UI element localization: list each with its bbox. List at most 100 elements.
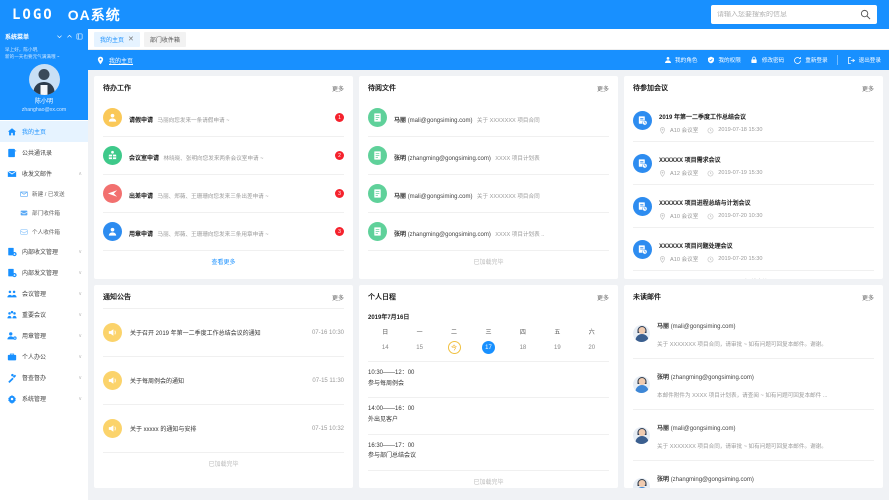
location-pin-icon <box>660 126 665 134</box>
row-title: 马丽 (mali@gongsiming.com) <box>394 118 472 124</box>
row-title: 张明 (zhangming@gongsiming.com) <box>657 375 754 381</box>
sidebar: 系统菜单 早上好，陈小明, 新的一天也要元气满满哦 ~ 陈小明 zhanghao… <box>0 29 88 500</box>
sidebar-item-seal-mgmt[interactable]: 用章管理 ∨ <box>0 325 88 346</box>
table-row[interactable]: 张明 (zhangming@gongsiming.com) XXXX 项目计划表… <box>368 213 609 251</box>
change-password-button[interactable]: 修改密码 <box>750 56 784 65</box>
chevron-down-icon[interactable]: ∨ <box>78 291 82 297</box>
tab-dept-inbox[interactable]: 部门收件箱 <box>143 31 186 47</box>
card-schedule: 个人日程 更多 2019年7月16日 日 一 二 三 四 五 六 14 15 今… <box>359 285 618 488</box>
calendar-grid: 日 一 二 三 四 五 六 14 15 今 17 18 19 20 <box>368 327 609 354</box>
shield-check-icon <box>706 56 715 65</box>
my-roles-button[interactable]: 我的角色 <box>663 56 697 65</box>
chevron-up-icon[interactable]: ∧ <box>78 171 82 177</box>
card-unread-docs: 待阅文件 更多 马丽 (mali@gongsiming.com) 关于 XXXX… <box>359 76 618 279</box>
table-row[interactable]: 2019 年第一二季度工作总结会议 A10 会议室 2019-07-18 15:… <box>633 99 874 142</box>
more-link[interactable]: 更多 <box>332 84 344 93</box>
collapse-icon[interactable] <box>76 33 83 40</box>
meeting-meta: A10 会议室 2019-07-20 15:30 <box>659 255 874 263</box>
status-badge: 2 <box>335 151 344 160</box>
calendar-day[interactable]: 19 <box>540 341 574 354</box>
table-row[interactable]: 会议室申请 林晓晓、张明向您发来两条会议室申请 ~ 2 <box>103 137 344 175</box>
chevron-down-icon[interactable] <box>56 33 63 40</box>
chevron-down-icon[interactable]: ∨ <box>78 270 82 276</box>
table-row[interactable]: 张明 (zhangming@gongsiming.com) 本邮件附件为 XXX… <box>633 359 874 410</box>
table-row[interactable]: 张明 (zhangming@gongsiming.com) 本邮件附件为 XXX… <box>633 461 874 488</box>
notice-time: 07-15 11:30 <box>312 377 344 384</box>
relogin-button[interactable]: 重新登录 <box>793 56 828 65</box>
chevron-down-icon[interactable]: ∨ <box>78 312 82 318</box>
greeting-line-1: 早上好，陈小明, <box>5 47 39 52</box>
calendar-day[interactable]: 20 <box>575 341 609 354</box>
table-row[interactable]: 马丽 (mali@gongsiming.com) 关于 XXXXXXX 项目合同… <box>633 308 874 359</box>
sidebar-subitem-compose[interactable]: 新建 / 已发送 <box>0 184 88 203</box>
more-link[interactable]: 更多 <box>597 293 609 302</box>
calendar-day[interactable]: 14 <box>368 341 402 354</box>
table-row[interactable]: 出差申请 马丽、郑薇、王珊珊向您发来三条出差申请 ~ 3 <box>103 175 344 213</box>
schedule-event[interactable]: 14:00——16：00 外出见客户 <box>368 398 609 435</box>
calendar-day[interactable]: 15 <box>402 341 436 354</box>
sidebar-item-supervision[interactable]: 督查督办 ∨ <box>0 367 88 388</box>
sidebar-item-meeting-mgmt[interactable]: 会议管理 ∨ <box>0 283 88 304</box>
schedule-event[interactable]: 10:30——12：00 参与每周例会 <box>368 362 609 399</box>
table-row[interactable]: 请假申请 马丽向您发来一条请假申请 ~ 1 <box>103 99 344 137</box>
table-row[interactable]: 马丽 (mali@gongsiming.com) 关于 XXXXXXX 项目合同 <box>368 175 609 213</box>
sidebar-subitem-personal-inbox[interactable]: 个人收件箱 <box>0 222 88 241</box>
chevron-up-icon[interactable] <box>66 33 73 40</box>
sidebar-item-contacts[interactable]: 公共通讯录 <box>0 142 88 163</box>
list-item[interactable]: 关于召开 2019 年第一二季度工作总结会议的通知 07-16 10:30 <box>103 308 344 357</box>
location-pin-icon <box>660 212 665 220</box>
sidebar-item-home[interactable]: 我的主页 <box>0 121 88 143</box>
clock-icon <box>707 256 714 262</box>
view-more-link[interactable]: 查看更多 <box>211 260 235 266</box>
sidebar-subitem-dept-inbox[interactable]: 部门收件箱 <box>0 203 88 222</box>
calendar-day-selected[interactable]: 17 <box>471 341 505 354</box>
my-permissions-button[interactable]: 我的权限 <box>706 56 741 65</box>
search-box[interactable] <box>711 5 877 24</box>
tab-home[interactable]: 我的主页 ✕ <box>94 31 140 47</box>
sender-name: 张明 <box>657 375 670 381</box>
chevron-down-icon[interactable]: ∨ <box>78 333 82 339</box>
close-icon[interactable]: ✕ <box>128 35 134 43</box>
search-icon[interactable] <box>860 9 871 20</box>
list-item[interactable]: 关于 xxxxx 的通知与安排 07-15 10:32 <box>103 405 344 453</box>
sidebar-item-mail[interactable]: 收发文邮件 ∧ <box>0 163 88 184</box>
table-row[interactable]: 张明 (zhangming@gongsiming.com) XXXX 项目计划表 <box>368 137 609 175</box>
personal-inbox-icon <box>19 227 28 236</box>
list-item[interactable]: 关于每周例会的通知 07-15 11:30 <box>103 357 344 405</box>
logout-button[interactable]: 退出登录 <box>847 56 881 65</box>
table-row[interactable]: XXXXXX 项目进程总结与计划会议 A10 会议室 2019-07-20 10… <box>633 185 874 228</box>
more-link[interactable]: 更多 <box>597 84 609 93</box>
more-link[interactable]: 更多 <box>332 293 344 302</box>
table-row[interactable]: XXXXXX 项目需求会议 A12 会议室 2019-07-19 15:30 <box>633 142 874 185</box>
leave-icon <box>103 108 122 127</box>
table-row[interactable]: 用章申请 马丽、郑薇、王珊珊向您发来三条用章申请 ~ 3 <box>103 213 344 251</box>
sidebar-item-label: 会议管理 <box>22 292 47 299</box>
sidebar-item-personal-office[interactable]: 个人办公 ∨ <box>0 346 88 367</box>
sidebar-item-important-meetings[interactable]: 重要会议 ∨ <box>0 304 88 325</box>
table-row[interactable]: 马丽 (mali@gongsiming.com) 关于 XXXXXXX 项目合同 <box>368 99 609 137</box>
event-time: 16:30——17：00 <box>368 442 415 449</box>
more-link[interactable]: 更多 <box>862 84 874 93</box>
calendar-day[interactable]: 18 <box>506 341 540 354</box>
chevron-down-icon[interactable]: ∨ <box>78 249 82 255</box>
action-label: 重新登录 <box>805 58 828 64</box>
chevron-down-icon[interactable]: ∨ <box>78 375 82 381</box>
table-row[interactable]: 马丽 (mali@gongsiming.com) 关于 XXXXXXX 项目合同… <box>633 410 874 461</box>
avatar[interactable] <box>28 63 60 95</box>
sidebar-item-system-mgmt[interactable]: 系统管理 ∨ <box>0 388 88 409</box>
card-header: 待阅文件 更多 <box>368 83 609 99</box>
user-profile[interactable]: 陈小明 zhanghao@xx.com <box>0 63 88 121</box>
calendar-day-today[interactable]: 今 <box>437 341 471 354</box>
chevron-down-icon[interactable]: ∨ <box>78 396 82 402</box>
sidebar-item-outgoing-docs[interactable]: 内部发文管理 ∨ <box>0 262 88 283</box>
breadcrumb-text[interactable]: 我的主页 <box>109 56 133 65</box>
search-input[interactable] <box>717 11 860 18</box>
table-row[interactable]: XXXXXX 项目问题处理会议 A10 会议室 2019-07-20 15:30 <box>633 228 874 271</box>
sidebar-item-incoming-docs[interactable]: 内部收文管理 ∨ <box>0 241 88 262</box>
row-subtitle: XXXX 项目计划表 .. <box>495 231 545 238</box>
more-link[interactable]: 更多 <box>862 293 874 302</box>
tab-label: 我的主页 <box>100 37 125 44</box>
schedule-event[interactable]: 16:30——17：00 参与部门总结会议 <box>368 435 609 472</box>
megaphone-icon <box>103 419 122 438</box>
chevron-down-icon[interactable]: ∨ <box>78 354 82 360</box>
